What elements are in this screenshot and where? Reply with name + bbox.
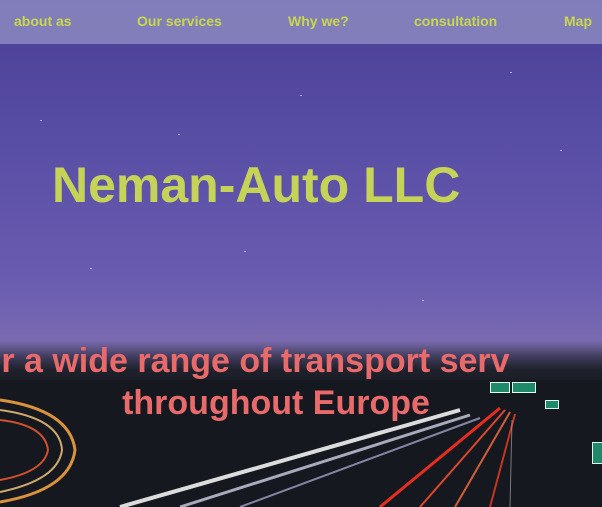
star — [244, 251, 246, 252]
nav-our-services-link[interactable]: Our services — [137, 13, 222, 29]
nav-why-we-link[interactable]: Why we? — [288, 13, 349, 29]
company-title: Neman-Auto LLC — [52, 157, 461, 213]
star — [178, 134, 180, 135]
star — [40, 120, 42, 121]
nav-map-link[interactable]: Map — [564, 13, 592, 29]
highway-sign — [592, 442, 602, 464]
tagline-line-1: er a wide range of transport serv — [0, 342, 510, 380]
star — [510, 72, 512, 73]
nav-consultation-link[interactable]: consultation — [414, 13, 497, 29]
nav-about-us-link[interactable]: about as — [14, 13, 72, 29]
star — [90, 268, 92, 269]
top-navigation: about as Our services Why we? consultati… — [0, 0, 602, 44]
tagline-line-2: throughout Europe — [122, 384, 430, 422]
star — [560, 150, 562, 151]
star — [300, 95, 302, 96]
tagline: er a wide range of transport serv throug… — [0, 340, 602, 424]
page: about as Our services Why we? consultati… — [0, 0, 602, 507]
star — [422, 300, 424, 301]
